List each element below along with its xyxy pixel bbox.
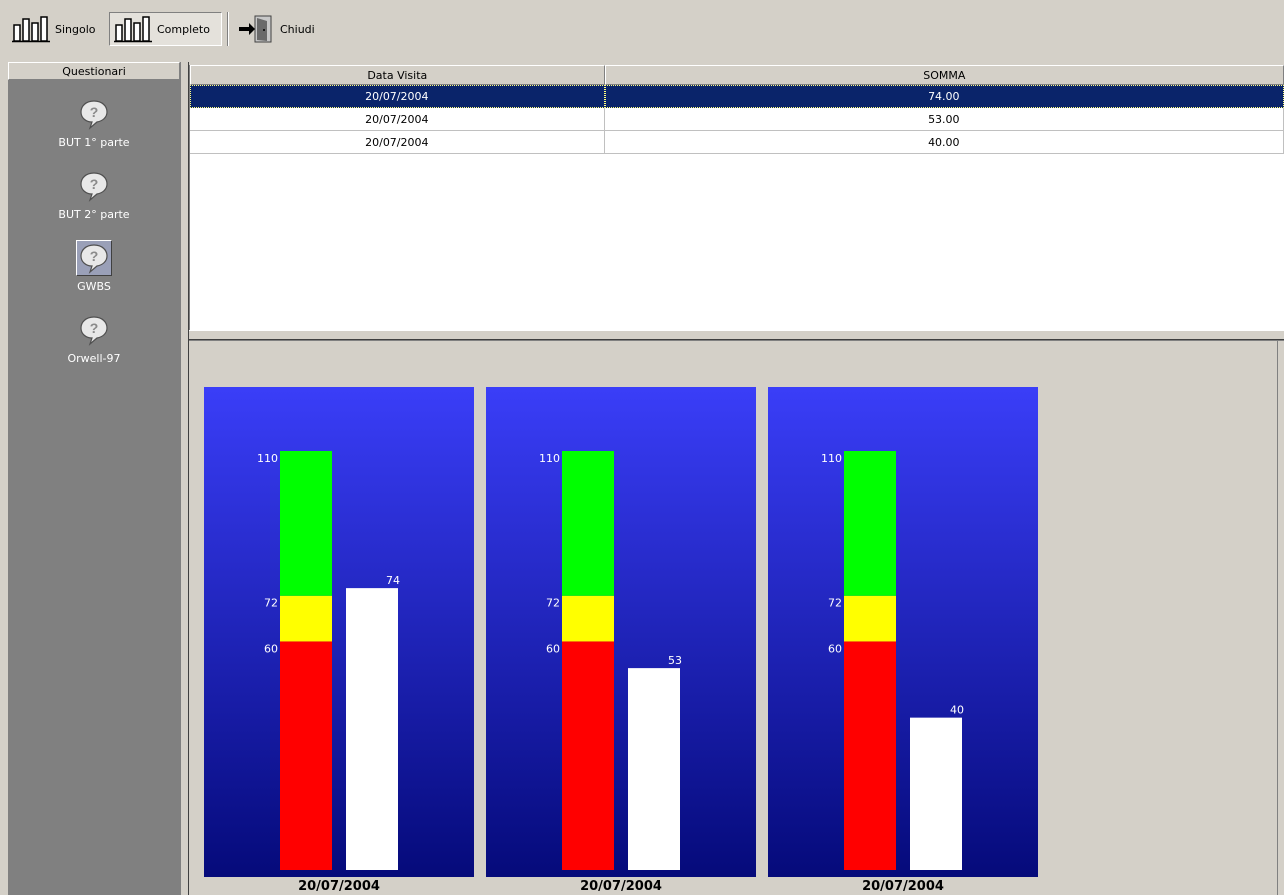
questionari-header: Questionari — [8, 62, 180, 80]
score-chart: 60 72 110 74 — [257, 451, 400, 870]
score-value-label: 40 — [950, 704, 964, 717]
threshold-label: 110 — [539, 452, 560, 465]
red-zone-band — [562, 641, 614, 870]
chart-date-label: 20/07/2004 — [580, 879, 662, 894]
bar-chart-icon — [12, 16, 50, 43]
questionario-label: BUT 1° parte — [58, 136, 130, 149]
completo-label: Completo — [157, 22, 210, 36]
questionario-item[interactable]: ? BUT 1° parte — [8, 96, 180, 149]
score-chart-panel: 60 72 110 53 — [486, 387, 756, 877]
threshold-label: 60 — [546, 642, 560, 655]
singolo-button[interactable]: Singolo — [8, 12, 100, 46]
column-header-data-visita[interactable]: Data Visita — [190, 65, 605, 85]
table-row[interactable]: 20/07/2004 40.00 — [190, 131, 1284, 154]
questionario-item[interactable]: ? BUT 2° parte — [8, 168, 180, 221]
svg-text:?: ? — [90, 176, 99, 192]
yellow-zone-band — [280, 595, 332, 642]
red-zone-band — [844, 641, 896, 870]
threshold-label: 60 — [828, 642, 842, 655]
vertical-scrollbar[interactable] — [1277, 341, 1284, 895]
exit-door-icon — [239, 15, 272, 43]
score-chart: 60 72 110 40 — [821, 451, 964, 870]
yellow-zone-band — [562, 595, 614, 642]
chiudi-button[interactable]: Chiudi — [233, 12, 319, 46]
score-chart: 60 72 110 53 — [539, 451, 682, 870]
questionario-item[interactable]: ? Orwell-97 — [8, 312, 180, 365]
cell-data-visita: 20/07/2004 — [190, 108, 605, 131]
cell-data-visita: 20/07/2004 — [190, 131, 605, 154]
question-balloon-icon: ? — [76, 312, 112, 348]
vertical-splitter[interactable] — [180, 62, 189, 895]
cell-data-visita: 20/07/2004 — [190, 85, 605, 108]
horizontal-splitter[interactable] — [189, 330, 1284, 340]
table-row[interactable]: 20/07/2004 53.00 — [190, 108, 1284, 131]
toolbar-separator — [227, 12, 229, 46]
score-bar — [346, 588, 398, 870]
questionario-item[interactable]: ? GWBS — [8, 240, 180, 293]
questionari-panel: Questionari ? BUT 1° parte? BUT 2° parte? G… — [8, 62, 180, 895]
threshold-label: 72 — [264, 597, 278, 610]
score-chart-panel: 60 72 110 74 — [204, 387, 474, 877]
svg-text:?: ? — [90, 248, 99, 264]
cell-somma: 40.00 — [604, 131, 1284, 154]
chiudi-label: Chiudi — [280, 22, 315, 36]
green-zone-band — [844, 451, 896, 596]
chart-area: 60 72 110 74 20/07/2004 60 72 110 53 20/07/2004 60… — [189, 340, 1284, 895]
questionario-label: BUT 2° parte — [58, 208, 130, 221]
table-row[interactable]: 20/07/2004 74.00 — [190, 85, 1284, 108]
threshold-label: 60 — [264, 642, 278, 655]
green-zone-band — [562, 451, 614, 596]
grid-header-row: Data Visita SOMMA — [190, 65, 1284, 85]
chart-date-label: 20/07/2004 — [298, 879, 380, 894]
threshold-label: 110 — [257, 452, 278, 465]
singolo-label: Singolo — [55, 22, 96, 36]
score-value-label: 53 — [668, 654, 682, 667]
completo-button[interactable]: Completo — [109, 12, 222, 46]
score-bar — [628, 668, 680, 870]
question-balloon-icon: ? — [76, 96, 112, 132]
toolbar: Singolo Completo Chiudi — [0, 0, 1284, 62]
threshold-label: 72 — [546, 597, 560, 610]
red-zone-band — [280, 641, 332, 870]
score-value-label: 74 — [386, 574, 400, 587]
score-bar — [910, 717, 962, 870]
svg-text:?: ? — [90, 104, 99, 120]
cell-somma: 53.00 — [604, 108, 1284, 131]
bar-chart-icon — [114, 16, 152, 43]
score-chart-panel: 60 72 110 40 — [768, 387, 1038, 877]
threshold-label: 110 — [821, 452, 842, 465]
green-zone-band — [280, 451, 332, 596]
threshold-label: 72 — [828, 597, 842, 610]
svg-text:?: ? — [90, 320, 99, 336]
column-header-somma[interactable]: SOMMA — [604, 65, 1284, 85]
question-balloon-icon: ? — [76, 240, 112, 276]
visits-grid: Data Visita SOMMA 20/07/2004 74.00 20/07/2… — [189, 65, 1284, 330]
yellow-zone-band — [844, 595, 896, 642]
cell-somma: 74.00 — [604, 85, 1284, 108]
questionario-label: GWBS — [77, 280, 111, 293]
chart-date-label: 20/07/2004 — [862, 879, 944, 894]
question-balloon-icon: ? — [76, 168, 112, 204]
questionario-label: Orwell-97 — [67, 352, 121, 365]
